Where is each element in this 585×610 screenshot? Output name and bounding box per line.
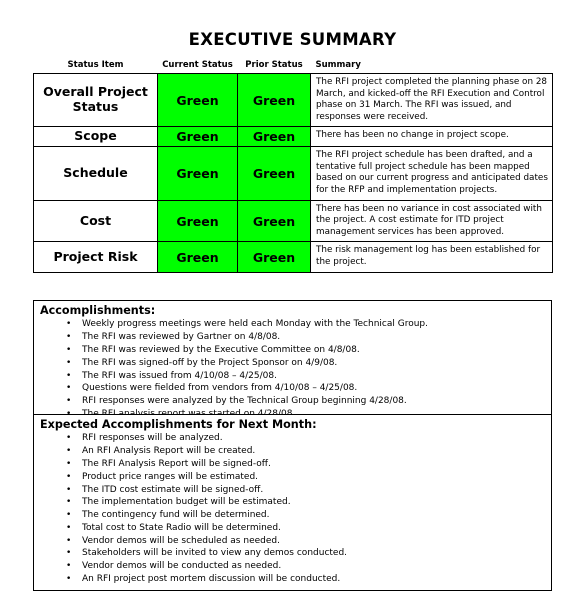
table-row: Project Risk Green Green The risk manage… (33, 241, 553, 273)
bullet-icon: • (66, 433, 72, 444)
bullet-icon: • (66, 357, 72, 368)
expected-accomplishments-section: Expected Accomplishments for Next Month:… (33, 414, 552, 591)
list-item: • An RFI Analysis Report will be created. (34, 445, 551, 458)
bullet-icon: • (66, 446, 72, 457)
list-item: • RFI responses will be analyzed. (34, 432, 551, 445)
status-item-label: Schedule (33, 146, 158, 201)
list-item: • The RFI was reviewed by the Executive C… (34, 344, 551, 357)
status-summary-text: The RFI project completed the planning p… (310, 72, 553, 128)
accomplishments-heading: Accomplishments: (40, 304, 156, 317)
document-page: EXECUTIVE SUMMARY Status Item Current St… (0, 0, 585, 610)
status-table: Status Item Current Status Prior Status … (33, 58, 553, 273)
prior-status-badge: Green (237, 241, 311, 273)
status-item-label: Cost (33, 199, 158, 243)
list-item: • The RFI was signed-off by the Project S… (34, 357, 551, 370)
accomplishments-section: Accomplishments: • Weekly progress meetin… (33, 300, 552, 426)
bullet-icon: • (66, 535, 72, 546)
list-item: • Stakeholders will be invited to view an… (34, 547, 551, 560)
list-item-label: Vendor demos will be scheduled as needed… (82, 535, 280, 546)
column-header-prior-status: Prior Status (237, 58, 311, 74)
bullet-icon: • (66, 458, 72, 469)
list-item-label: RFI responses were analyzed by the Techn… (82, 396, 407, 407)
list-item: • The RFI Analysis Report will be signed-… (34, 458, 551, 471)
prior-status-badge: Green (237, 146, 311, 201)
list-item: • Questions were fielded from vendors fro… (34, 382, 551, 395)
list-item-label: Weekly progress meetings were held each … (82, 319, 428, 330)
expected-accomplishments-list: • RFI responses will be analyzed. • An RFI … (34, 432, 551, 589)
list-item-label: The RFI was reviewed by the Executive Co… (82, 344, 360, 355)
bullet-icon: • (66, 344, 72, 355)
status-summary-text: There has been no change in project scop… (310, 126, 553, 148)
status-table-body: Overall Project Status Green Green The R… (33, 72, 553, 273)
status-item-label: Scope (33, 126, 158, 148)
list-item: • Total cost to State Radio will be deter… (34, 522, 551, 535)
list-item-label: The RFI was signed-off by the Project Sp… (82, 357, 338, 368)
current-status-badge: Green (157, 241, 238, 273)
list-item: • The RFI was reviewed by Gartner on 4/8/… (34, 331, 551, 344)
list-item: • An RFI project post mortem discussion w… (34, 573, 551, 586)
list-item-label: The RFI was reviewed by Gartner on 4/8/0… (82, 332, 281, 343)
current-status-badge: Green (157, 146, 238, 201)
list-item-label: Vendor demos will be conducted as needed… (82, 561, 282, 572)
list-item: • Weekly progress meetings were held each… (34, 318, 551, 331)
list-item: • The implementation budget will be estim… (34, 496, 551, 509)
list-item-label: The contingency fund will be determined. (82, 510, 270, 521)
status-item-label: Project Risk (33, 241, 158, 273)
page-title: EXECUTIVE SUMMARY (188, 30, 397, 49)
list-item: • RFI responses were analyzed by the Tech… (34, 395, 551, 408)
list-item: • Vendor demos will be scheduled as neede… (34, 535, 551, 548)
current-status-badge: Green (157, 199, 238, 243)
list-item-label: The RFI was issued from 4/10/08 – 4/25/0… (82, 370, 277, 381)
prior-status-badge: Green (237, 72, 311, 128)
status-summary-text: There has been no variance in cost assoc… (310, 199, 553, 243)
bullet-icon: • (66, 561, 72, 572)
table-row: Overall Project Status Green Green The R… (33, 72, 553, 128)
column-header-status-item: Status Item (33, 58, 158, 74)
bullet-icon: • (66, 332, 72, 343)
bullet-icon: • (66, 396, 72, 407)
bullet-icon: • (66, 319, 72, 330)
bullet-icon: • (66, 383, 72, 394)
current-status-badge: Green (157, 126, 238, 148)
list-item-label: The implementation budget will be estima… (82, 497, 291, 508)
table-row: Scope Green Green There has been no chan… (33, 126, 553, 148)
list-item-label: Product price ranges will be estimated. (82, 471, 259, 482)
prior-status-badge: Green (237, 199, 311, 243)
bullet-icon: • (66, 522, 72, 533)
list-item: • Vendor demos will be conducted as neede… (34, 560, 551, 573)
table-header-row: Status Item Current Status Prior Status … (33, 58, 553, 74)
prior-status-badge: Green (237, 126, 311, 148)
list-item: • The contingency fund will be determined… (34, 509, 551, 522)
column-header-summary: Summary (310, 58, 553, 74)
list-item: • The RFI was issued from 4/10/08 – 4/25/… (34, 370, 551, 383)
bullet-icon: • (66, 510, 72, 521)
list-item-label: An RFI Analysis Report will be created. (82, 446, 256, 457)
expected-accomplishments-heading: Expected Accomplishments for Next Month: (40, 418, 317, 431)
status-table-header: Status Item Current Status Prior Status … (33, 58, 553, 74)
current-status-badge: Green (157, 72, 238, 128)
list-item-label: The RFI Analysis Report will be signed-o… (82, 458, 271, 469)
status-summary-text: The risk management log has been establi… (310, 241, 553, 273)
bullet-icon: • (66, 484, 72, 495)
table-row: Schedule Green Green The RFI project sch… (33, 146, 553, 201)
bullet-icon: • (66, 471, 72, 482)
table-row: Cost Green Green There has been no varia… (33, 199, 553, 243)
list-item-label: Stakeholders will be invited to view any… (82, 548, 348, 559)
bullet-icon: • (66, 548, 72, 559)
status-item-label: Overall Project Status (33, 72, 158, 128)
bullet-icon: • (66, 573, 72, 584)
bullet-icon: • (66, 370, 72, 381)
list-item: • The ITD cost estimate will be signed-of… (34, 484, 551, 497)
list-item-label: RFI responses will be analyzed. (82, 433, 223, 444)
status-summary-text: The RFI project schedule has been drafte… (310, 146, 553, 201)
list-item-label: Questions were fielded from vendors from… (82, 383, 358, 394)
list-item-label: The ITD cost estimate will be signed-off… (82, 484, 264, 495)
list-item-label: An RFI project post mortem discussion wi… (82, 573, 341, 584)
accomplishments-list: • Weekly progress meetings were held each… (34, 318, 551, 424)
bullet-icon: • (66, 497, 72, 508)
list-item: • Product price ranges will be estimated. (34, 471, 551, 484)
column-header-current-status: Current Status (157, 58, 238, 74)
list-item-label: Total cost to State Radio will be determ… (82, 522, 281, 533)
